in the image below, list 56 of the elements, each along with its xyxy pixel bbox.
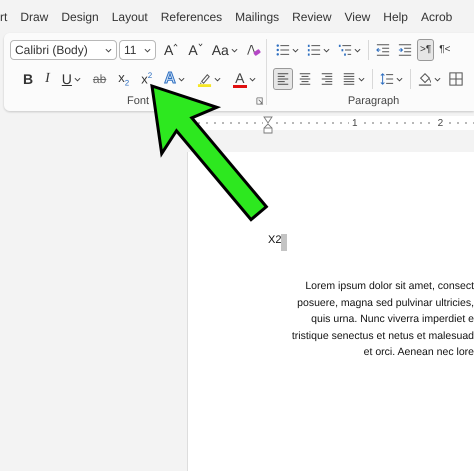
- shrink-button[interactable]: A: [184, 39, 207, 61]
- align-left-button[interactable]: [273, 68, 293, 90]
- paragraph-line: tristique senectus et netus et malesuad: [292, 328, 474, 344]
- ribbon-tab[interactable]: Layout: [112, 10, 148, 24]
- chevron-icon: [144, 48, 151, 52]
- font-color-button[interactable]: A: [228, 68, 261, 90]
- eraser-icon: [246, 42, 261, 58]
- underline-button[interactable]: U: [56, 68, 86, 90]
- chevron-icon: [105, 48, 112, 52]
- paragraph-line: et orci. Aenean nec lore: [364, 345, 474, 360]
- group-label: Paragraph: [348, 95, 400, 107]
- justify-icon: [342, 72, 356, 86]
- caret-up-icon: [173, 43, 178, 47]
- numbered-list-icon: [307, 43, 321, 57]
- ribbon-tab[interactable]: Design: [61, 10, 99, 24]
- rtl-button[interactable]: ¶<: [436, 39, 454, 61]
- paragraph-line: quis urna. Nunc viverra imperdiet e: [311, 312, 474, 327]
- center-icon: [298, 72, 312, 86]
- superscript-button[interactable]: x$^{2}$: [136, 68, 158, 90]
- ruler-number: 2: [438, 118, 444, 128]
- ltr-button[interactable]: >¶: [417, 39, 434, 61]
- paint-bucket-icon: [418, 72, 432, 86]
- ribbon-tab[interactable]: References: [160, 10, 222, 24]
- ribbon-tab[interactable]: Draw: [20, 10, 48, 24]
- italic-button[interactable]: I: [40, 68, 55, 90]
- increase-indent-icon: [398, 43, 412, 57]
- ruler-number: 1: [352, 118, 358, 128]
- borders-icon: [449, 72, 463, 86]
- ribbon-tab[interactable]: rt: [0, 10, 8, 24]
- font-name-field[interactable]: Calibri (Body): [10, 40, 117, 60]
- ribbon-tab[interactable]: Review: [292, 10, 332, 24]
- ribbon-tab[interactable]: View: [344, 10, 370, 24]
- grow-button[interactable]: A: [160, 39, 182, 61]
- ribbon-tab[interactable]: Acrob: [420, 10, 452, 24]
- line-spacing-icon: [380, 72, 394, 86]
- caret-down-icon: [198, 43, 203, 47]
- dialog-launcher-icon[interactable]: [256, 97, 264, 105]
- ribbon-tab[interactable]: Help: [383, 10, 408, 24]
- paragraph-line: Lorem ipsum dolor sit amet, consect: [305, 279, 474, 294]
- decrease-indent-icon: [376, 43, 390, 57]
- document-text: X2: [268, 234, 282, 246]
- change-case-button[interactable]: Aa: [208, 39, 241, 61]
- highlighter-icon: [196, 72, 212, 86]
- ribbon-tab[interactable]: Mailings: [235, 10, 280, 24]
- paragraph-line: posuere, magna sed pulvinar ultricies,: [297, 296, 474, 310]
- strikethrough-button[interactable]: ab: [88, 68, 112, 90]
- font-size-field[interactable]: 11: [119, 40, 156, 60]
- align-right-icon: [320, 72, 334, 86]
- bullet-list-icon: [276, 43, 290, 57]
- indent-marker-icon[interactable]: [263, 116, 273, 134]
- text-cursor: [281, 234, 288, 251]
- group-label: Font: [126, 95, 149, 107]
- align-left-icon: [276, 72, 290, 86]
- bold-button[interactable]: B: [10, 68, 38, 90]
- subscript-button[interactable]: x$_{2}$: [113, 68, 134, 90]
- multilevel-list-icon: [338, 43, 352, 57]
